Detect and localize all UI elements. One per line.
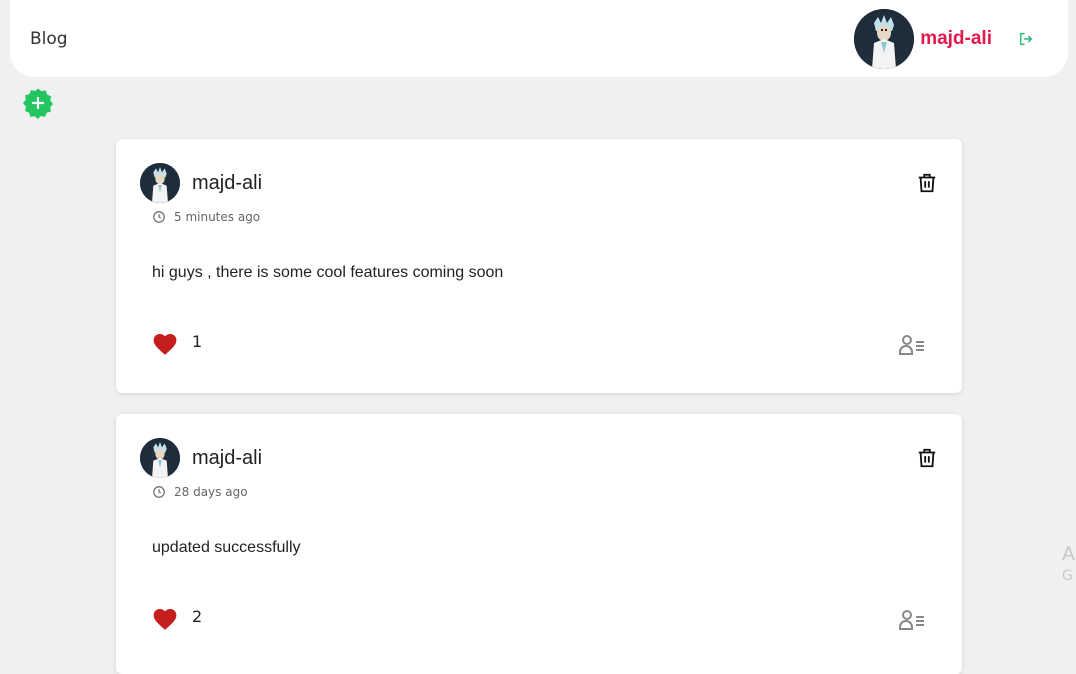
post-timestamp: 5 minutes ago (152, 210, 260, 224)
clock-icon (153, 486, 165, 498)
post-card: majd-ali 5 minutes ago hi guys , there i… (116, 139, 962, 393)
trash-icon (918, 448, 936, 468)
post-timestamp: 28 days ago (152, 485, 248, 499)
view-likers-button[interactable] (898, 333, 926, 357)
heart-icon (153, 334, 177, 355)
delete-post-button[interactable] (916, 172, 938, 194)
logout-button[interactable] (1014, 27, 1038, 51)
user-list-icon (899, 610, 924, 630)
like-button[interactable]: 2 (152, 607, 202, 631)
edge-overlay-text: A G (1062, 543, 1075, 587)
post-time: 5 minutes ago (174, 210, 261, 224)
view-likers-button[interactable] (898, 608, 926, 632)
author-avatar[interactable] (140, 163, 180, 203)
edge-line-1: A (1062, 543, 1075, 565)
avatar-illustration-icon (854, 8, 915, 69)
clock-icon (153, 211, 165, 223)
post-header: majd-ali (140, 438, 262, 478)
user-list-icon (899, 335, 924, 355)
post-author[interactable]: majd-ali (192, 447, 262, 470)
add-post-button[interactable] (22, 87, 54, 119)
heart-icon (153, 609, 177, 630)
post-content: hi guys , there is some cool features co… (152, 264, 504, 281)
like-count: 1 (192, 331, 203, 351)
post-author[interactable]: majd-ali (192, 172, 262, 195)
logout-icon (1019, 32, 1033, 45)
post-header: majd-ali (140, 163, 262, 203)
user-avatar[interactable] (854, 8, 915, 69)
post-content: updated successfully (152, 539, 301, 556)
top-navbar: Blog majd-ali (10, 0, 1068, 77)
trash-icon (918, 173, 936, 193)
author-avatar[interactable] (140, 438, 180, 478)
like-button[interactable]: 1 (152, 332, 202, 356)
avatar-illustration-icon (140, 163, 180, 203)
edge-line-2: G (1062, 568, 1073, 584)
plus-badge-icon (23, 88, 53, 119)
brand-title[interactable]: Blog (30, 29, 68, 49)
avatar-illustration-icon (140, 438, 180, 478)
post-time: 28 days ago (174, 485, 248, 499)
delete-post-button[interactable] (916, 447, 938, 469)
current-username[interactable]: majd-ali (920, 28, 992, 50)
user-area: majd-ali (854, 8, 1048, 69)
like-count: 2 (192, 606, 203, 626)
post-card: majd-ali 28 days ago updated successfull… (116, 414, 962, 674)
